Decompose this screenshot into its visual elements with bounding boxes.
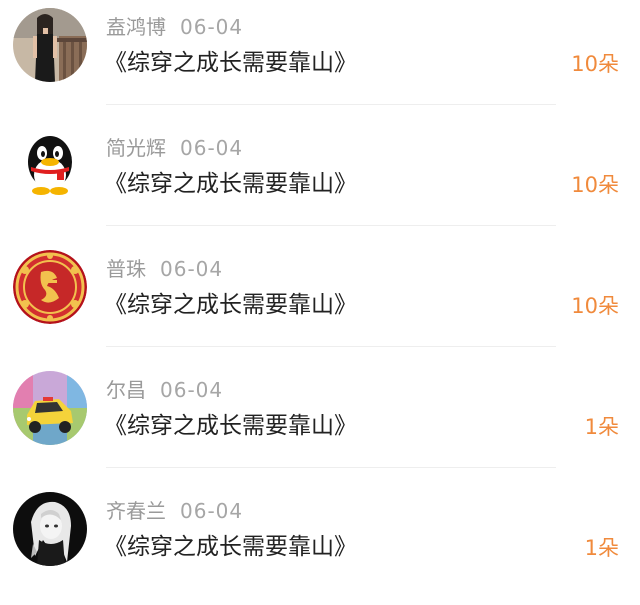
avatar[interactable] bbox=[13, 129, 87, 203]
list-item[interactable]: 尔昌 06-04 《综穿之成长需要靠山》 1朵 bbox=[0, 363, 640, 484]
penguin-icon bbox=[13, 129, 87, 203]
username-text: 尔昌 bbox=[106, 378, 146, 402]
gift-date: 06-04 bbox=[160, 378, 224, 402]
gift-date: 06-04 bbox=[160, 257, 224, 281]
divider bbox=[106, 104, 556, 105]
book-title[interactable]: 《综穿之成长需要靠山》 bbox=[104, 530, 357, 564]
yellow-car-icon bbox=[13, 371, 87, 445]
username-text: 盍鸿博 bbox=[106, 15, 166, 39]
list-item[interactable]: 齐春兰 06-04 《综穿之成长需要靠山》 1朵 bbox=[0, 484, 640, 605]
gift-date: 06-04 bbox=[180, 499, 244, 523]
woman-photo-icon bbox=[13, 8, 87, 82]
divider bbox=[106, 467, 556, 468]
divider bbox=[106, 225, 556, 226]
flower-amount: 10朵 bbox=[571, 52, 619, 76]
flower-amount: 10朵 bbox=[571, 173, 619, 197]
avatar[interactable] bbox=[13, 371, 87, 445]
username-text: 齐春兰 bbox=[106, 499, 166, 523]
divider bbox=[106, 346, 556, 347]
avatar[interactable] bbox=[13, 492, 87, 566]
username: 尔昌 06-04 bbox=[106, 376, 223, 404]
fortune-medallion-icon bbox=[13, 250, 87, 324]
username: 盍鸿博 06-04 bbox=[106, 13, 243, 41]
username: 齐春兰 06-04 bbox=[106, 497, 243, 525]
list-item[interactable]: 普珠 06-04 《综穿之成长需要靠山》 10朵 bbox=[0, 242, 640, 363]
username: 简光辉 06-04 bbox=[106, 134, 243, 162]
list-item[interactable]: 简光辉 06-04 《综穿之成长需要靠山》 10朵 bbox=[0, 121, 640, 242]
avatar[interactable] bbox=[13, 250, 87, 324]
gift-record-list: 盍鸿博 06-04 《综穿之成长需要靠山》 10朵 简光辉 06-04 《综穿之… bbox=[0, 0, 640, 583]
book-title[interactable]: 《综穿之成长需要靠山》 bbox=[104, 288, 357, 322]
avatar[interactable] bbox=[13, 8, 87, 82]
flower-amount: 10朵 bbox=[571, 294, 619, 318]
book-title[interactable]: 《综穿之成长需要靠山》 bbox=[104, 167, 357, 201]
gift-date: 06-04 bbox=[180, 136, 244, 160]
book-title[interactable]: 《综穿之成长需要靠山》 bbox=[104, 46, 357, 80]
book-title[interactable]: 《综穿之成长需要靠山》 bbox=[104, 409, 357, 443]
flower-amount: 1朵 bbox=[584, 415, 619, 439]
anime-girl-icon bbox=[13, 492, 87, 566]
username-text: 简光辉 bbox=[106, 136, 166, 160]
flower-amount: 1朵 bbox=[584, 536, 619, 560]
gift-date: 06-04 bbox=[180, 15, 244, 39]
username-text: 普珠 bbox=[106, 257, 146, 281]
username: 普珠 06-04 bbox=[106, 255, 223, 283]
list-item[interactable]: 盍鸿博 06-04 《综穿之成长需要靠山》 10朵 bbox=[0, 0, 640, 121]
